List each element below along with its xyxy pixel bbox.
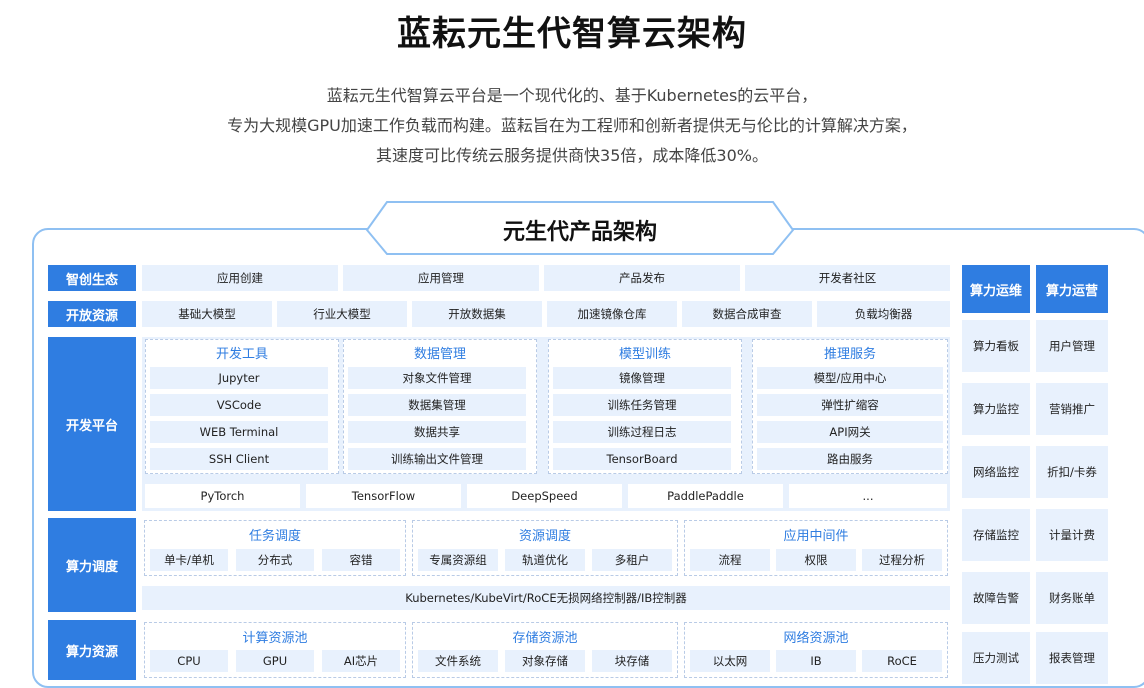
ops-item: 算力监控 [962,383,1030,435]
architecture-header: 元生代产品架构 [502,220,657,245]
dev-group-title: 推理服务 [823,347,876,362]
row-label-dev-platform: 开发平台 [48,337,136,511]
dev-tool-item: WEB Terminal [150,421,328,443]
scheduling-item: 过程分析 [862,549,942,571]
resource-item: 以太网 [690,650,770,672]
scheduling-item: 权限 [776,549,856,571]
dev-tool-item: Jupyter [150,367,328,389]
model-training-item: 训练任务管理 [553,394,731,416]
ops-item: 故障告警 [962,572,1030,624]
resource-pool-title: 计算资源池 [242,631,308,646]
inference-item: 模型/应用中心 [757,367,943,389]
open-resource-item: 负载均衡器 [817,301,950,327]
scheduling-footer: Kubernetes/KubeVirt/RoCE无损网络控制器/IB控制器 [142,586,950,610]
resource-item: 块存储 [592,650,672,672]
resource-item: CPU [150,650,228,672]
scheduling-item: 专属资源组 [418,549,498,571]
open-resource-item: 行业大模型 [277,301,407,327]
scheduling-group-title: 应用中间件 [783,529,849,544]
resource-item: RoCE [862,650,942,672]
open-resource-item: 基础大模型 [142,301,272,327]
row-label-resources: 算力资源 [48,620,136,680]
scheduling-item: 轨道优化 [505,549,585,571]
model-training-item: 训练过程日志 [553,421,731,443]
resource-pool-title: 网络资源池 [783,631,849,646]
row-label-scheduling: 算力调度 [48,518,136,612]
data-mgmt-item: 数据共享 [348,421,526,443]
scheduling-item: 多租户 [592,549,672,571]
operations-item: 计量计费 [1036,509,1108,561]
page-title: 蓝耘元生代智算云架构 [397,14,747,54]
resource-item: GPU [236,650,314,672]
description-line-3: 其速度可比传统云服务提供商快35倍，成本降低30%。 [376,146,768,165]
framework-item: ... [789,484,947,508]
model-training-item: 镜像管理 [553,367,731,389]
framework-item: PyTorch [145,484,300,508]
side-header-ops: 算力运维 [962,265,1030,313]
open-resource-item: 开放数据集 [412,301,542,327]
description-line-1: 蓝耘元生代智算云平台是一个现代化的、基于Kubernetes的云平台， [326,86,818,105]
ecosystem-item: 产品发布 [544,265,740,291]
operations-item: 用户管理 [1036,320,1108,372]
scheduling-item: 分布式 [236,549,314,571]
architecture-header-tab: 元生代产品架构 [365,200,795,256]
model-training-item: TensorBoard [553,448,731,470]
framework-item: TensorFlow [306,484,461,508]
ops-item: 网络监控 [962,446,1030,498]
open-resource-item: 数据合成审查 [682,301,812,327]
inference-item: API网关 [757,421,943,443]
data-mgmt-item: 训练输出文件管理 [348,448,526,470]
resource-pool-title: 存储资源池 [512,631,578,646]
dev-group-title: 数据管理 [413,347,466,362]
data-mgmt-item: 对象文件管理 [348,367,526,389]
resource-item: AI芯片 [322,650,400,672]
operations-item: 营销推广 [1036,383,1108,435]
dev-tool-item: VSCode [150,394,328,416]
scheduling-item: 单卡/单机 [150,549,228,571]
dev-tool-item: SSH Client [150,448,328,470]
row-label-open-resources: 开放资源 [48,301,136,327]
scheduling-item: 容错 [322,549,400,571]
framework-item: PaddlePaddle [628,484,783,508]
resource-item: 文件系统 [418,650,498,672]
framework-item: DeepSpeed [467,484,622,508]
description-line-2: 专为大规模GPU加速工作负载而构建。蓝耘旨在为工程师和创新者提供无与伦比的计算解… [227,116,917,135]
dev-group-title: 模型训练 [618,347,671,362]
scheduling-group-title: 任务调度 [248,529,301,544]
scheduling-item: 流程 [690,549,770,571]
operations-item: 折扣/卡券 [1036,446,1108,498]
inference-item: 路由服务 [757,448,943,470]
data-mgmt-item: 数据集管理 [348,394,526,416]
operations-item: 报表管理 [1036,632,1108,684]
ops-item: 算力看板 [962,320,1030,372]
ecosystem-item: 开发者社区 [745,265,950,291]
side-header-operations: 算力运营 [1036,265,1108,313]
ecosystem-item: 应用创建 [142,265,338,291]
ops-item: 存储监控 [962,509,1030,561]
resource-item: IB [776,650,856,672]
operations-item: 财务账单 [1036,572,1108,624]
resource-item: 对象存储 [505,650,585,672]
dev-group-title: 开发工具 [215,347,268,362]
ecosystem-item: 应用管理 [343,265,539,291]
open-resource-item: 加速镜像仓库 [547,301,677,327]
row-label-ecosystem: 智创生态 [48,265,136,291]
ops-item: 压力测试 [962,632,1030,684]
scheduling-group-title: 资源调度 [518,529,571,544]
inference-item: 弹性扩缩容 [757,394,943,416]
